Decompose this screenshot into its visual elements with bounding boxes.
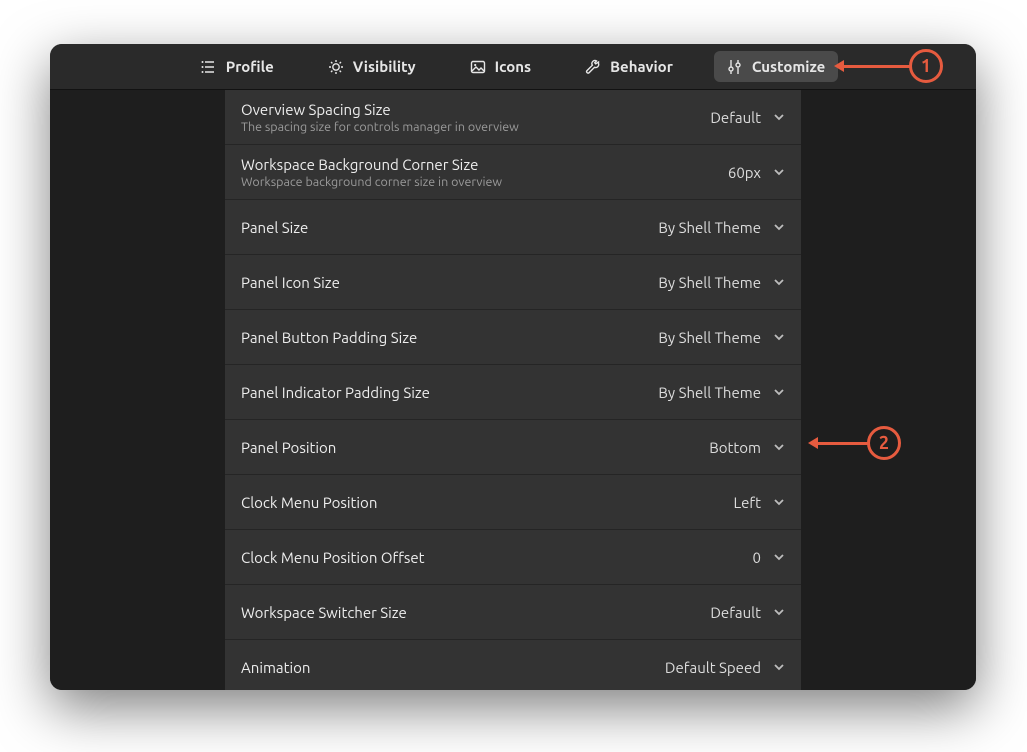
row-subtitle: The spacing size for controls manager in… [241, 120, 519, 134]
annotation-callout-2: 2 [812, 426, 901, 460]
chevron-down-icon [773, 439, 785, 456]
tab-behavior-label: Behavior [610, 58, 673, 75]
annotation-arrow [812, 442, 868, 445]
chevron-down-icon [773, 494, 785, 511]
annotation-number: 2 [879, 433, 889, 453]
row-title: Overview Spacing Size [241, 101, 519, 118]
row-value: By Shell Theme [658, 329, 761, 346]
settings-list: Overview Spacing Size The spacing size f… [225, 90, 801, 690]
row-title: Panel Position [241, 439, 336, 456]
row-value: Bottom [709, 439, 761, 456]
chevron-down-icon [773, 659, 785, 676]
row-clock-menu-position-offset[interactable]: Clock Menu Position Offset 0 [225, 530, 801, 585]
row-value: Left [733, 494, 761, 511]
row-panel-indicator-padding-size[interactable]: Panel Indicator Padding Size By Shell Th… [225, 365, 801, 420]
row-value: Default [710, 109, 761, 126]
tab-customize[interactable]: Customize [714, 51, 838, 82]
row-clock-menu-position[interactable]: Clock Menu Position Left [225, 475, 801, 530]
annotation-badge: 1 [909, 49, 943, 83]
row-value: By Shell Theme [658, 274, 761, 291]
row-value: By Shell Theme [658, 219, 761, 236]
row-overview-spacing-size[interactable]: Overview Spacing Size The spacing size f… [225, 90, 801, 145]
row-workspace-switcher-size[interactable]: Workspace Switcher Size Default [225, 585, 801, 640]
wrench-icon [585, 59, 601, 75]
row-panel-position[interactable]: Panel Position Bottom [225, 420, 801, 475]
image-icon [470, 59, 486, 75]
chevron-down-icon [773, 109, 785, 126]
tab-profile-label: Profile [226, 58, 274, 75]
row-value: By Shell Theme [658, 384, 761, 401]
row-panel-button-padding-size[interactable]: Panel Button Padding Size By Shell Theme [225, 310, 801, 365]
row-title: Panel Button Padding Size [241, 329, 417, 346]
row-value: 0 [753, 549, 761, 566]
annotation-callout-1: 1 [838, 49, 943, 83]
settings-window: Profile Visibility Icons Behavior [50, 44, 976, 690]
chevron-down-icon [773, 274, 785, 291]
chevron-down-icon [773, 164, 785, 181]
tab-customize-label: Customize [752, 58, 825, 75]
row-title: Panel Icon Size [241, 274, 340, 291]
tab-behavior[interactable]: Behavior [572, 51, 686, 82]
tab-icons[interactable]: Icons [457, 51, 544, 82]
tab-icons-label: Icons [495, 58, 531, 75]
row-value: Default Speed [665, 659, 761, 676]
row-animation[interactable]: Animation Default Speed [225, 640, 801, 690]
chevron-down-icon [773, 604, 785, 621]
row-panel-size[interactable]: Panel Size By Shell Theme [225, 200, 801, 255]
tab-profile[interactable]: Profile [188, 51, 287, 82]
row-panel-icon-size[interactable]: Panel Icon Size By Shell Theme [225, 255, 801, 310]
sliders-icon [727, 59, 743, 75]
list-icon [201, 59, 217, 75]
chevron-down-icon [773, 329, 785, 346]
chevron-down-icon [773, 384, 785, 401]
annotation-number: 1 [921, 56, 931, 76]
content-area: Overview Spacing Size The spacing size f… [50, 90, 976, 690]
row-subtitle: Workspace background corner size in over… [241, 175, 502, 189]
annotation-arrow [838, 65, 910, 68]
sun-icon [328, 59, 344, 75]
row-title: Panel Indicator Padding Size [241, 384, 430, 401]
row-value: 60px [728, 164, 761, 181]
annotation-badge: 2 [867, 426, 901, 460]
row-title: Clock Menu Position Offset [241, 549, 425, 566]
row-title: Workspace Background Corner Size [241, 156, 502, 173]
chevron-down-icon [773, 219, 785, 236]
row-value: Default [710, 604, 761, 621]
tab-visibility-label: Visibility [353, 58, 416, 75]
row-title: Animation [241, 659, 311, 676]
row-title: Workspace Switcher Size [241, 604, 407, 621]
row-title: Clock Menu Position [241, 494, 377, 511]
chevron-down-icon [773, 549, 785, 566]
row-workspace-bg-corner-size[interactable]: Workspace Background Corner Size Workspa… [225, 145, 801, 200]
tab-visibility[interactable]: Visibility [315, 51, 429, 82]
row-title: Panel Size [241, 219, 308, 236]
